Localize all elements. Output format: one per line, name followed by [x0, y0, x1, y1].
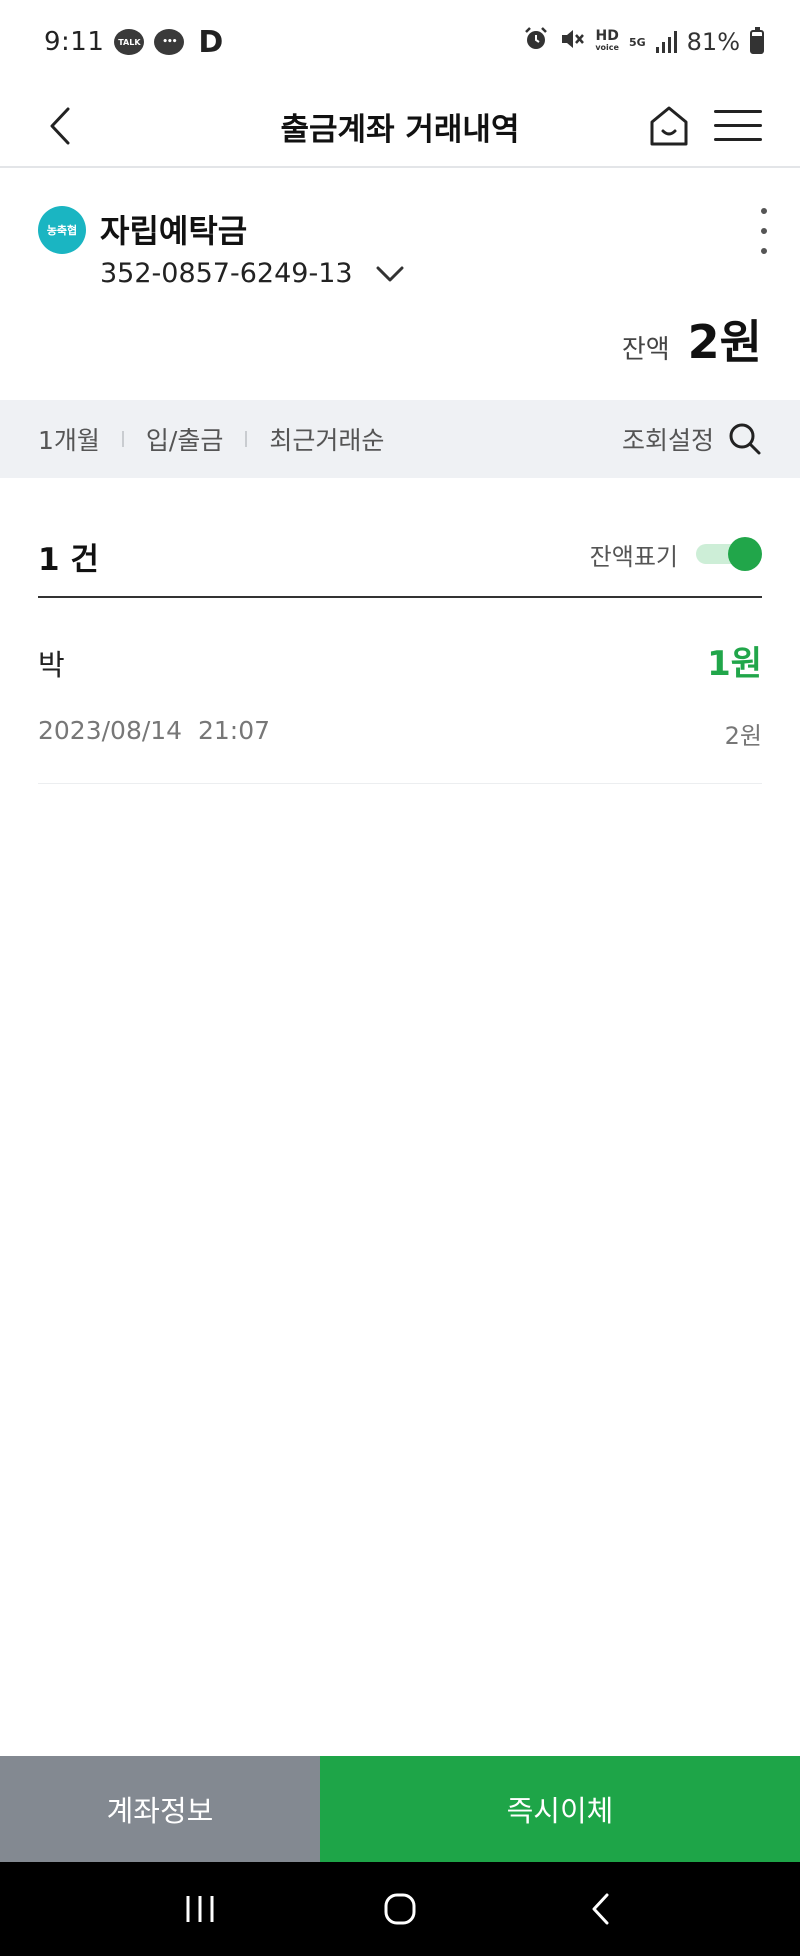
transaction-date: 2023/08/14 21:07	[38, 716, 271, 745]
balance-display-toggle[interactable]: 잔액표기	[590, 536, 762, 572]
status-left: 9:11 TALK D	[44, 25, 223, 60]
instant-transfer-button[interactable]: 즉시이체	[320, 1756, 800, 1862]
menu-icon-line	[714, 123, 762, 127]
more-icon-dot	[761, 228, 767, 234]
balance-label: 잔액	[621, 335, 670, 365]
transaction-amount: 1원	[707, 644, 762, 684]
balance-value: 2원	[687, 315, 762, 369]
toggle-knob	[728, 537, 762, 571]
status-bar: 9:11 TALK D HD voice 5G 81%	[0, 0, 800, 84]
transaction-name: 박	[38, 648, 65, 682]
filter-order[interactable]: 최근거래순	[269, 421, 384, 457]
hd-label: HD	[595, 28, 619, 44]
transaction-count: 1 건	[38, 542, 99, 578]
list-header: 1 건 잔액표기	[38, 520, 762, 598]
signal-icon	[655, 31, 677, 53]
home-nav-button[interactable]	[370, 1879, 430, 1939]
voice-label: voice	[595, 43, 619, 52]
bank-logo: 농축협	[38, 206, 86, 254]
battery-percent: 81%	[686, 28, 740, 56]
transaction-balance: 2원	[724, 722, 762, 750]
balance-toggle-label: 잔액표기	[589, 542, 678, 571]
account-info-button[interactable]: 계좌정보	[0, 1756, 320, 1862]
back-nav-icon	[592, 1893, 609, 1925]
search-settings-label: 조회설정	[621, 426, 714, 455]
menu-icon-line	[714, 137, 762, 141]
filter-period[interactable]: 1개월	[38, 421, 100, 457]
search-icon	[729, 423, 761, 455]
account-selector[interactable]: 352-0857-6249-13	[100, 258, 405, 289]
mute-icon	[559, 26, 585, 58]
recent-apps-icon	[186, 1896, 214, 1922]
filter-divider	[121, 431, 124, 447]
more-options-button[interactable]	[750, 208, 778, 254]
back-nav-button[interactable]	[570, 1879, 630, 1939]
account-summary: 농축협 자립예탁금 352-0857-6249-13 잔액 2원	[0, 170, 800, 400]
toggle-switch[interactable]	[694, 536, 762, 572]
account-name: 자립예탁금	[100, 212, 248, 250]
home-circle-icon	[384, 1893, 416, 1925]
status-time: 9:11	[44, 27, 105, 57]
home-icon	[650, 106, 688, 146]
filter-bar[interactable]: 1개월 입/출금 최근거래순 조회설정	[0, 400, 800, 478]
system-nav-bar	[0, 1862, 800, 1956]
more-icon-dot	[761, 208, 767, 214]
hd-voice-icon: HD voice	[595, 28, 619, 53]
battery-icon	[750, 27, 764, 54]
more-icon-dot	[761, 248, 767, 254]
network-5g-icon: 5G	[628, 35, 646, 49]
app-d-icon: D	[198, 24, 224, 60]
filter-type[interactable]: 입/출금	[146, 421, 223, 457]
balance-row: 잔액 2원	[622, 306, 762, 372]
account-number: 352-0857-6249-13	[100, 258, 353, 289]
home-button[interactable]	[644, 98, 694, 154]
search-settings-button[interactable]: 조회설정	[622, 421, 762, 457]
bottom-action-bar: 계좌정보 즉시이체	[0, 1756, 800, 1862]
filter-divider	[245, 431, 248, 447]
status-right: HD voice 5G 81%	[523, 26, 764, 58]
kakaotalk-icon: TALK	[114, 29, 145, 55]
menu-button[interactable]	[714, 100, 762, 150]
transaction-row[interactable]: 박 1원 2023/08/14 21:07 2원	[38, 600, 762, 784]
chevron-down-icon	[376, 266, 404, 281]
message-icon	[154, 29, 185, 55]
menu-icon-line	[714, 109, 762, 113]
app-header: 출금계좌 거래내역	[0, 84, 800, 168]
alarm-icon	[523, 26, 549, 58]
recent-apps-button[interactable]	[170, 1879, 230, 1939]
